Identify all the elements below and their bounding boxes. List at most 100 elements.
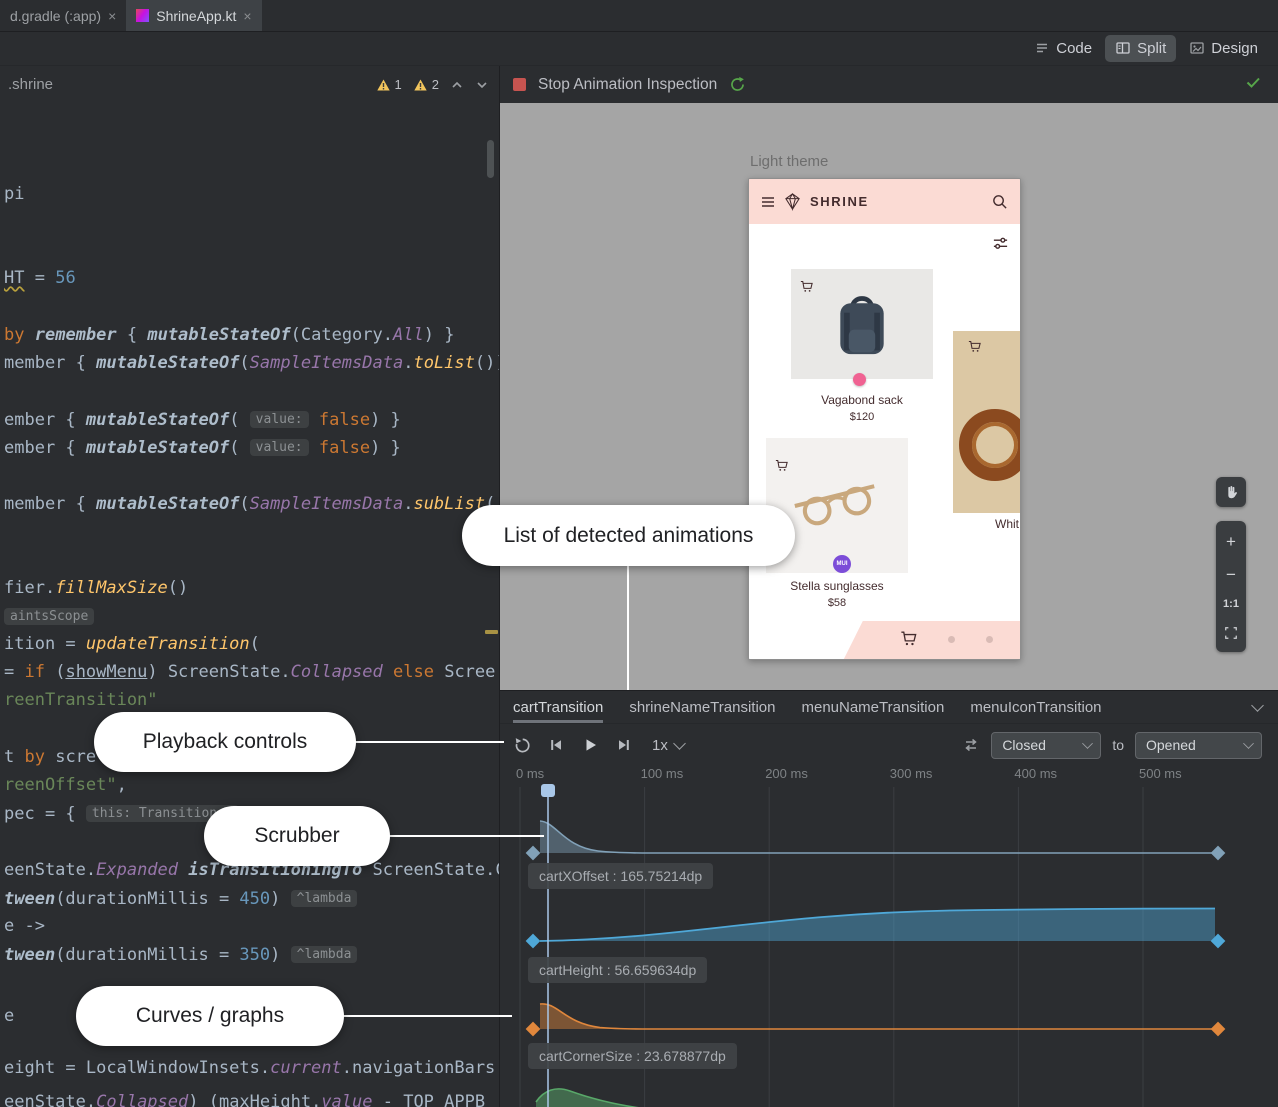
cart-item-dot (986, 636, 993, 643)
backpack-image (829, 285, 895, 363)
code-line[interactable]: ember { mutableStateOf( value: false) } (4, 408, 401, 432)
callout-detected-animations: List of detected animations (462, 505, 795, 566)
warning-count-2[interactable]: 2 (413, 77, 439, 92)
code-token: e (4, 1006, 14, 1026)
design-icon (1189, 40, 1205, 56)
code-token: current (270, 1058, 342, 1078)
preview-canvas: Light theme SHRINE (500, 103, 1278, 690)
code-line[interactable]: t by scre (4, 746, 96, 769)
tab-menu-icon-transition[interactable]: menuIconTransition (970, 691, 1101, 723)
chevron-down-icon[interactable] (1251, 699, 1264, 712)
code-line[interactable]: e (4, 1005, 14, 1028)
code-line[interactable]: fier.fillMaxSize() (4, 577, 188, 600)
product-name: Stella sunglasses (766, 579, 908, 593)
code-line[interactable]: aintsScope (4, 605, 94, 629)
code-line[interactable]: = if (showMenu) ScreenState.Collapsed el… (4, 661, 495, 684)
code-token: , (117, 775, 127, 795)
chevron-down-icon (1082, 738, 1093, 749)
prev-issue-icon[interactable] (450, 78, 464, 92)
code-line[interactable]: pi (4, 183, 24, 206)
zoom-in-button[interactable]: + (1226, 533, 1236, 550)
build-status (1244, 73, 1262, 96)
close-icon[interactable]: × (243, 9, 251, 23)
code-line[interactable]: reenTransition" (4, 689, 158, 712)
tab-shrineapp[interactable]: ShrineApp.kt × (126, 0, 261, 31)
code-token: t (4, 747, 24, 767)
search-icon (991, 193, 1008, 210)
curve-cart-corner-size (526, 1004, 1226, 1036)
code-token: 350 (239, 945, 270, 965)
callout-line (388, 835, 544, 837)
loop-playback-button[interactable] (512, 735, 532, 755)
zoom-actual-size-button[interactable]: 1:1 (1223, 598, 1239, 610)
from-state-dropdown[interactable]: Closed (991, 732, 1101, 759)
code-line[interactable]: e -> (4, 915, 45, 938)
code-token: false (319, 410, 370, 430)
warning-stripe-mark[interactable] (485, 630, 498, 634)
editor-mode-bar: Code Split Design (0, 31, 1278, 66)
zoom-to-fit-icon[interactable] (1224, 626, 1238, 640)
code-editor[interactable]: pi HT = 56 by remember { mutableStateOf(Ca… (0, 103, 499, 1107)
swap-states-icon[interactable] (962, 736, 980, 754)
code-line[interactable]: ition = updateTransition( (4, 633, 260, 656)
view-mode-design[interactable]: Design (1179, 35, 1268, 62)
heart-badge (853, 373, 866, 386)
split-icon (1115, 40, 1131, 56)
play-button[interactable] (580, 735, 600, 755)
loop-icon (513, 736, 532, 755)
warning-count-1[interactable]: 1 (376, 77, 402, 92)
code-line[interactable]: member { mutableStateOf(SampleItemsData.… (4, 352, 499, 375)
code-line[interactable]: by remember { mutableStateOf(Category.Al… (4, 324, 454, 347)
code-token: reenOffset" (4, 775, 117, 795)
code-line[interactable]: pec = { this: Transition.S (4, 802, 239, 826)
code-line[interactable]: ember { mutableStateOf( value: false) } (4, 436, 401, 460)
code-token: tween (4, 945, 55, 965)
code-line[interactable]: eight = LocalWindowInsets.current.naviga… (4, 1057, 499, 1080)
zoom-out-button[interactable]: − (1226, 566, 1236, 583)
skip-previous-icon (547, 736, 565, 754)
shrine-brand-label: SHRINE (810, 194, 869, 209)
code-token: eenState. (4, 1092, 96, 1107)
skip-to-end-button[interactable] (614, 735, 634, 755)
stop-icon[interactable] (513, 78, 526, 91)
editor-tab-bar: d.gradle (:app) × ShrineApp.kt × (0, 0, 1278, 32)
code-line[interactable]: eenState.Collapsed) (maxHeight.value - T… (4, 1091, 485, 1107)
pan-tool-button[interactable] (1216, 477, 1246, 507)
skip-to-start-button[interactable] (546, 735, 566, 755)
code-token: ember { (4, 438, 86, 458)
code-line[interactable]: tween(durationMillis = 350) ^lambda (4, 943, 357, 967)
tab-cart-transition[interactable]: cartTransition (513, 691, 603, 723)
code-token (309, 438, 319, 458)
view-mode-code[interactable]: Code (1024, 35, 1102, 62)
close-icon[interactable]: × (108, 9, 116, 23)
code-token: ) ScreenState. (147, 662, 290, 682)
code-token: ( (229, 438, 249, 458)
product-image-partial (953, 331, 1020, 513)
tab-build-gradle[interactable]: d.gradle (:app) × (0, 0, 126, 31)
code-token: fier. (4, 578, 55, 598)
tab-shrine-name-transition[interactable]: shrineNameTransition (629, 691, 775, 723)
refresh-icon[interactable] (729, 76, 746, 93)
editor-scrollbar[interactable] (487, 140, 494, 178)
to-state-dropdown[interactable]: Opened (1135, 732, 1262, 759)
code-token: ember { (4, 410, 86, 430)
view-mode-split[interactable]: Split (1105, 35, 1176, 62)
hamburger-menu-icon (761, 196, 775, 208)
android-studio-window: d.gradle (:app) × ShrineApp.kt × Code Sp… (0, 0, 1278, 1107)
playback-speed-selector[interactable]: 1x (652, 737, 684, 754)
code-token: Expanded (96, 860, 178, 880)
animation-preview-toolbar: Stop Animation Inspection (500, 66, 1278, 103)
code-line[interactable]: member { mutableStateOf(SampleItemsData.… (4, 493, 495, 516)
stop-animation-label[interactable]: Stop Animation Inspection (538, 76, 717, 94)
code-line[interactable]: HT = 56 (4, 267, 76, 290)
code-token: Collapsed (96, 1092, 188, 1107)
code-line[interactable]: reenOffset", (4, 774, 127, 797)
code-token: member { (4, 353, 96, 373)
code-token: ( (239, 353, 249, 373)
code-line[interactable]: tween(durationMillis = 450) ^lambda (4, 887, 357, 911)
timeline-ruler[interactable]: 0 ms100 ms200 ms300 ms400 ms500 ms (500, 766, 1278, 784)
code-token (309, 410, 319, 430)
breadcrumb[interactable]: .shrine (8, 76, 53, 93)
next-issue-icon[interactable] (475, 78, 489, 92)
tab-menu-name-transition[interactable]: menuNameTransition (801, 691, 944, 723)
